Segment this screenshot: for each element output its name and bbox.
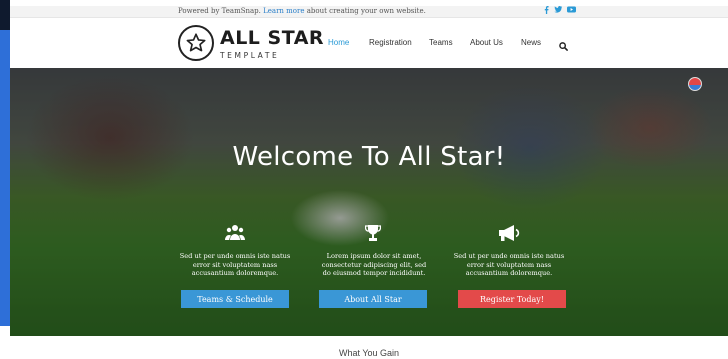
nav-item-news[interactable]: News <box>521 38 541 47</box>
powered-by-suffix: about creating your own website. <box>304 7 426 15</box>
powered-by-text: Powered by TeamSnap. Learn more about cr… <box>178 7 426 15</box>
chat-widget-icon[interactable] <box>688 77 702 91</box>
logo-subtitle: TEMPLATE <box>220 50 280 60</box>
register-today-button[interactable]: Register Today! <box>458 290 566 308</box>
trophy-icon <box>360 222 386 244</box>
megaphone-icon <box>496 222 522 244</box>
teams-schedule-button[interactable]: Teams & Schedule <box>181 290 289 308</box>
powered-by-prefix: Powered by TeamSnap. <box>178 7 264 15</box>
section-title: What You Gain <box>338 348 400 358</box>
column-2-text: Lorem ipsum dolor sit amet, consectetur … <box>321 252 427 278</box>
facebook-icon[interactable] <box>544 6 549 16</box>
learn-more-link[interactable]: Learn more <box>263 7 304 15</box>
search-icon[interactable] <box>559 38 568 56</box>
hero-title: Welcome To All Star! <box>232 142 506 172</box>
social-links <box>544 6 576 16</box>
column-1-text: Sed ut per unde omnis iste natus error s… <box>179 252 291 278</box>
left-strip-blue <box>0 30 10 326</box>
website-frame: Powered by TeamSnap. Learn more about cr… <box>10 0 728 359</box>
nav-item-registration[interactable]: Registration <box>369 38 412 47</box>
nav-item-home[interactable]: Home <box>328 38 349 47</box>
hero-section: Welcome To All Star! Sed ut per unde omn… <box>10 68 728 336</box>
nav-item-teams[interactable]: Teams <box>429 38 453 47</box>
top-bar: Powered by TeamSnap. Learn more about cr… <box>10 6 728 18</box>
main-nav: Home Registration Teams About Us News <box>10 38 728 51</box>
nav-item-about-us[interactable]: About Us <box>470 38 503 47</box>
about-all-star-button[interactable]: About All Star <box>319 290 427 308</box>
group-icon <box>222 222 248 244</box>
twitter-icon[interactable] <box>554 6 562 16</box>
left-strip-dark <box>0 0 10 30</box>
column-3-text: Sed ut per unde omnis iste natus error s… <box>453 252 565 278</box>
youtube-icon[interactable] <box>567 6 576 16</box>
